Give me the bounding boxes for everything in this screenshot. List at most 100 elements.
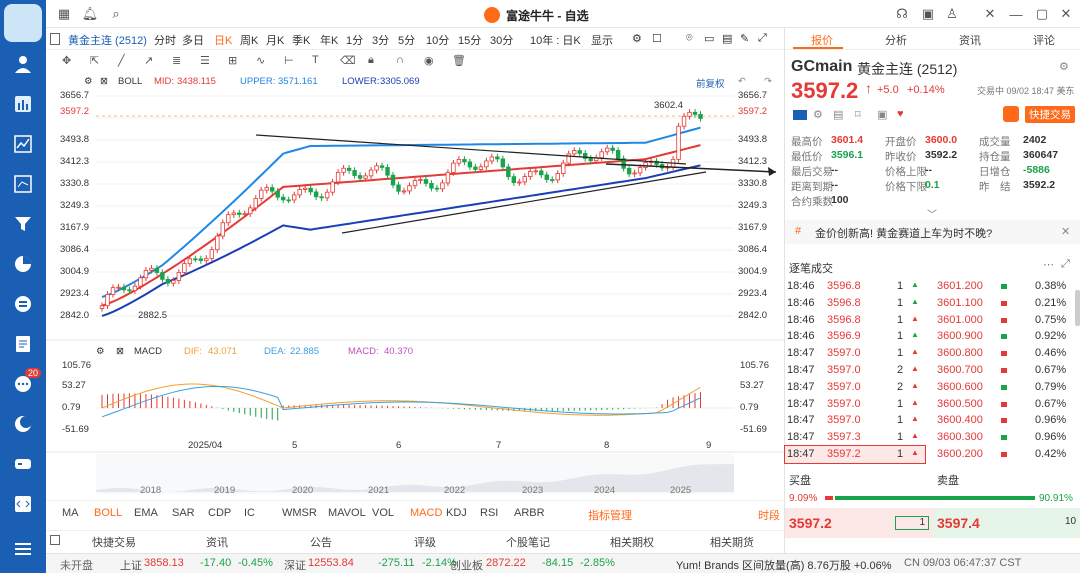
period-tab[interactable]: 30分 [490, 32, 513, 48]
chart-area[interactable]: ⚙ ⊠ BOLL MID: 3438.115 UPPER: 3571.161 L… [46, 72, 784, 500]
bottom-nav-item[interactable]: 快捷交易 [92, 534, 136, 550]
indicator-tab[interactable]: CDP [208, 507, 231, 519]
exchange-icon[interactable] [11, 292, 35, 316]
indicator-tab[interactable]: KDJ [446, 507, 467, 519]
indicator-management[interactable]: 指标管理 [588, 507, 632, 523]
lock-tool-icon[interactable]: 🔒︎ [368, 54, 374, 67]
symbol-tab[interactable]: 黄金主连 (2512) [68, 32, 147, 48]
camera-icon[interactable]: ⌾ [686, 32, 693, 45]
macd-settings-icon[interactable]: ⚙ [96, 346, 105, 357]
eraser-tool-icon[interactable]: ⌫ [340, 54, 356, 67]
minimize-icon[interactable]: — [1008, 6, 1024, 22]
expand-icon[interactable]: ⤢ [1061, 258, 1070, 271]
gear-icon[interactable]: ⚙ [813, 108, 823, 121]
bottom-nav-item[interactable]: 资讯 [206, 534, 228, 550]
period-tab[interactable]: 年K [320, 32, 338, 48]
filter-icon[interactable] [11, 212, 35, 236]
kline-chart[interactable] [46, 72, 784, 500]
period-tab[interactable]: 日K [214, 32, 232, 48]
edit-icon[interactable]: ✎ [740, 32, 749, 45]
quote-tab[interactable]: 资讯 [959, 32, 981, 48]
pie-icon[interactable] [11, 252, 35, 276]
trade-row[interactable]: 18:47 3597.3 1 3600.300 0.96% ▲ [785, 429, 1080, 446]
trade-row[interactable]: 18:47 3597.2 1 3600.200 0.42% ▲ [784, 445, 1066, 464]
maximize-icon[interactable]: ▢ [1034, 6, 1050, 22]
trade-row[interactable]: 18:46 3596.8 1 3601.000 0.75% ▲ [785, 312, 1080, 329]
trade-row[interactable]: 18:46 3596.8 1 3601.200 0.38% ▲ [785, 278, 1080, 295]
period-label[interactable]: 时段 [758, 507, 780, 523]
indicator-tab[interactable]: VOL [372, 507, 394, 519]
document-icon[interactable] [11, 332, 35, 356]
ticker-name[interactable]: 创业板 [450, 557, 483, 573]
period-tab[interactable]: 多日 [182, 32, 204, 48]
headset-icon[interactable]: ☊ [894, 6, 910, 22]
more-icon[interactable]: ⋯ [1043, 258, 1054, 271]
layers-icon[interactable]: ▤ [833, 108, 843, 121]
display-select[interactable]: 显示 [591, 32, 613, 48]
bottom-nav-item[interactable]: 公告 [310, 534, 332, 550]
expand-icon[interactable]: ⤢ [758, 32, 767, 45]
trade-row[interactable]: 18:46 3596.8 1 3601.100 0.21% ▲ [785, 295, 1080, 312]
bell-icon[interactable]: 🔔︎ [82, 6, 99, 22]
period-tab[interactable]: 3分 [372, 32, 389, 48]
range-select[interactable]: 10年 : 日K [530, 32, 581, 48]
moon-icon[interactable] [11, 412, 35, 436]
panel-icon[interactable] [50, 33, 60, 45]
favorite-icon[interactable]: ♥ [897, 108, 904, 120]
trade-row[interactable]: 18:47 3597.0 2 3600.600 0.79% ▲ [785, 379, 1080, 396]
text-tool-icon[interactable]: T [312, 54, 319, 66]
quote-tab[interactable]: 分析 [885, 32, 907, 48]
quote-tab[interactable]: 评论 [1033, 32, 1055, 48]
trade-row[interactable]: 18:46 3596.9 1 3600.900 0.92% ▲ [785, 328, 1080, 345]
menu-icon[interactable] [11, 537, 35, 561]
bookmark-icon[interactable]: ⌑ [855, 108, 861, 121]
portfolio-icon[interactable] [11, 172, 35, 196]
trend-icon[interactable] [11, 132, 35, 156]
period-tab[interactable]: 分时 [154, 32, 176, 48]
period-tab[interactable]: 5分 [398, 32, 415, 48]
checkbox-icon[interactable]: ☐ [652, 32, 662, 45]
trash-tool-icon[interactable]: 🗑︎ [452, 54, 466, 67]
indicator-tab[interactable]: IC [244, 507, 255, 519]
indicator-tab[interactable]: RSI [480, 507, 498, 519]
chart-settings-icon[interactable]: ⚙ [84, 76, 93, 87]
expand-chevron-icon[interactable]: ﹀ [927, 206, 937, 221]
window-icon[interactable]: ▭ [704, 32, 714, 45]
shape-tool-icon[interactable]: ⊞ [228, 54, 237, 67]
news-banner[interactable]: # 金价创新高! 黄金赛道上车为时不晚? ✕ [785, 220, 1080, 244]
trade-row[interactable]: 18:47 3597.0 2 3600.700 0.67% ▲ [785, 362, 1080, 379]
redo-icon[interactable]: ↷ [764, 76, 772, 87]
move-tool-icon[interactable]: ✥ [62, 54, 71, 67]
close-icon[interactable]: ✕ [1058, 6, 1074, 22]
lock-icon[interactable] [1003, 106, 1019, 122]
market-icon[interactable] [11, 92, 35, 116]
news-headline[interactable]: 金价创新高! 黄金赛道上车为时不晚? [815, 225, 992, 241]
quote-tab[interactable]: 报价 [811, 32, 833, 48]
ticker-name[interactable]: 上证 [120, 557, 142, 573]
quote-settings-icon[interactable]: ⚙ [1059, 60, 1069, 73]
gift-icon[interactable]: ▣ [920, 6, 936, 22]
settings-icon[interactable]: ⚙ [632, 32, 642, 45]
collapse-icon[interactable] [50, 535, 60, 545]
period-tab[interactable]: 15分 [458, 32, 481, 48]
code-icon[interactable] [11, 492, 35, 516]
trade-row[interactable]: 18:47 3597.0 1 3600.500 0.67% ▲ [785, 396, 1080, 413]
period-tab[interactable]: 月K [266, 32, 284, 48]
grid-icon[interactable]: ▦ [56, 6, 72, 22]
trade-row[interactable]: 18:47 3597.0 1 3600.800 0.46% ▲ [785, 345, 1080, 362]
ticker-name[interactable]: 深证 [284, 557, 306, 573]
indicator-tab[interactable]: MA [62, 507, 79, 519]
cursor-tool-icon[interactable]: ⇱ [90, 54, 99, 67]
indicator-tab[interactable]: BOLL [94, 507, 122, 519]
period-tab[interactable]: 周K [240, 32, 258, 48]
indicator-tab[interactable]: SAR [172, 507, 195, 519]
indicator-tab[interactable]: MACD [410, 507, 442, 519]
indicator-tab[interactable]: WMSR [282, 507, 317, 519]
shirt-icon[interactable]: ♙ [944, 6, 960, 22]
chart-close-icon[interactable]: ⊠ [100, 76, 108, 87]
layout-icon[interactable]: ▤ [722, 32, 732, 45]
alert-icon[interactable]: ▣ [877, 108, 887, 121]
fib-tool-icon[interactable]: ☰ [200, 54, 210, 67]
game-icon[interactable] [11, 452, 35, 476]
indicator-tab[interactable]: ARBR [514, 507, 545, 519]
